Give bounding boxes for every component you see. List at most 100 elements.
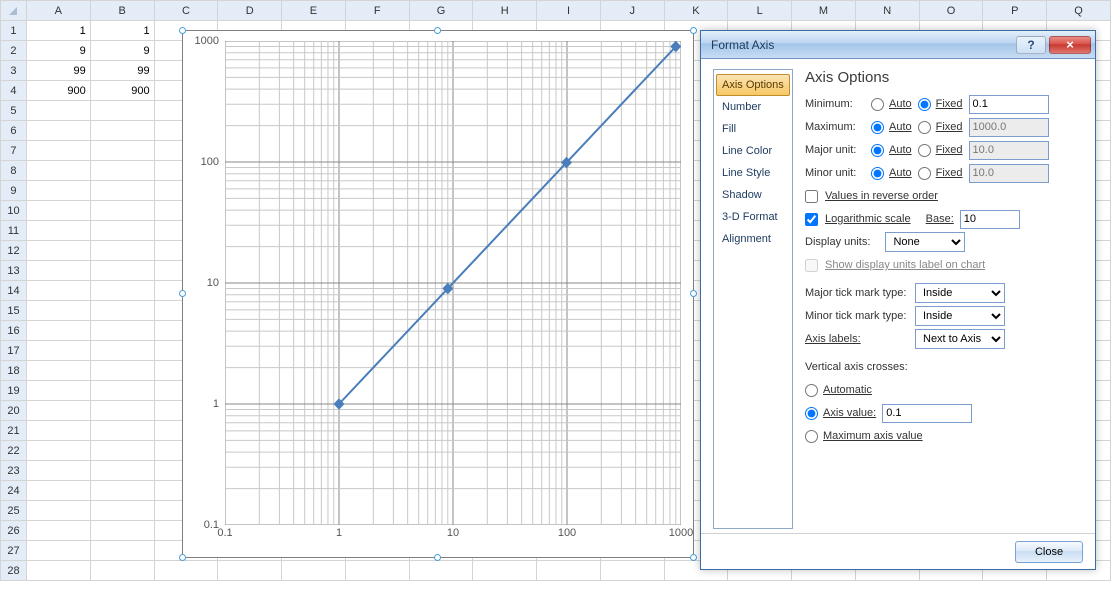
row-header[interactable]: 13 <box>1 261 27 281</box>
row-header[interactable]: 20 <box>1 401 27 421</box>
row-header[interactable]: 8 <box>1 161 27 181</box>
nav-item[interactable]: 3-D Format <box>716 206 790 228</box>
column-header[interactable]: O <box>919 1 983 21</box>
column-header[interactable]: E <box>282 1 346 21</box>
column-header[interactable]: J <box>600 1 664 21</box>
cell[interactable]: 1 <box>90 21 154 41</box>
cell[interactable] <box>90 141 154 161</box>
column-header[interactable]: I <box>537 1 601 21</box>
nav-item[interactable]: Axis Options <box>716 74 790 96</box>
row-header[interactable]: 27 <box>1 541 27 561</box>
log-scale-checkbox[interactable]: Logarithmic scale <box>805 213 911 226</box>
log-base-input[interactable] <box>960 210 1020 229</box>
column-header[interactable]: B <box>90 1 154 21</box>
cell[interactable] <box>26 181 90 201</box>
crosses-axis-value-radio[interactable]: Axis value: <box>805 407 876 420</box>
cell[interactable] <box>26 381 90 401</box>
cell[interactable] <box>26 101 90 121</box>
cell[interactable] <box>90 461 154 481</box>
row-header[interactable]: 3 <box>1 61 27 81</box>
cell[interactable]: 9 <box>90 41 154 61</box>
cell[interactable] <box>26 561 90 581</box>
cell[interactable] <box>26 401 90 421</box>
cell[interactable] <box>26 541 90 561</box>
cell[interactable] <box>218 561 282 581</box>
cell[interactable] <box>90 381 154 401</box>
major-tick-select[interactable]: Inside <box>915 283 1005 303</box>
cell[interactable] <box>26 141 90 161</box>
cell[interactable] <box>90 441 154 461</box>
nav-item[interactable]: Fill <box>716 118 790 140</box>
row-header[interactable]: 17 <box>1 341 27 361</box>
cell[interactable] <box>345 561 409 581</box>
cell[interactable] <box>26 521 90 541</box>
row-header[interactable]: 22 <box>1 441 27 461</box>
cell[interactable]: 900 <box>90 81 154 101</box>
cell[interactable] <box>90 281 154 301</box>
row-header[interactable]: 10 <box>1 201 27 221</box>
nav-item[interactable]: Line Style <box>716 162 790 184</box>
reverse-order-checkbox[interactable]: Values in reverse order <box>805 190 938 203</box>
close-window-button[interactable]: × <box>1049 36 1091 54</box>
cell[interactable] <box>90 401 154 421</box>
cell[interactable] <box>90 321 154 341</box>
cell[interactable] <box>90 241 154 261</box>
select-all-corner[interactable] <box>1 1 27 21</box>
cell[interactable] <box>90 481 154 501</box>
nav-item[interactable]: Shadow <box>716 184 790 206</box>
cell[interactable] <box>154 561 218 581</box>
help-button[interactable]: ? <box>1016 36 1046 54</box>
cell[interactable] <box>90 221 154 241</box>
nav-item[interactable]: Alignment <box>716 228 790 250</box>
close-button[interactable]: Close <box>1015 541 1083 563</box>
cell[interactable] <box>26 461 90 481</box>
cell[interactable] <box>26 441 90 461</box>
cell[interactable] <box>90 261 154 281</box>
row-header[interactable]: 11 <box>1 221 27 241</box>
display-units-select[interactable]: None <box>885 232 965 252</box>
row-header[interactable]: 4 <box>1 81 27 101</box>
column-header[interactable]: H <box>473 1 537 21</box>
row-header[interactable]: 25 <box>1 501 27 521</box>
cell[interactable] <box>26 301 90 321</box>
column-header[interactable]: G <box>409 1 473 21</box>
cell[interactable] <box>90 361 154 381</box>
embedded-chart[interactable]: 0.11101001000 0.11101001000 <box>182 30 694 558</box>
row-header[interactable]: 23 <box>1 461 27 481</box>
minimum-fixed-radio[interactable]: Fixed <box>918 98 963 111</box>
row-header[interactable]: 5 <box>1 101 27 121</box>
row-header[interactable]: 19 <box>1 381 27 401</box>
row-header[interactable]: 24 <box>1 481 27 501</box>
column-header[interactable]: Q <box>1047 1 1111 21</box>
cell[interactable]: 900 <box>26 81 90 101</box>
nav-item[interactable]: Line Color <box>716 140 790 162</box>
row-header[interactable]: 26 <box>1 521 27 541</box>
cell[interactable] <box>26 361 90 381</box>
cell[interactable] <box>26 221 90 241</box>
minor-fixed-radio[interactable]: Fixed <box>918 167 963 180</box>
column-header[interactable]: N <box>855 1 919 21</box>
cell[interactable]: 9 <box>26 41 90 61</box>
cell[interactable] <box>90 421 154 441</box>
crosses-automatic-radio[interactable]: Automatic <box>805 384 872 397</box>
row-header[interactable]: 2 <box>1 41 27 61</box>
column-header[interactable]: D <box>218 1 282 21</box>
cell[interactable] <box>90 541 154 561</box>
minor-tick-select[interactable]: Inside <box>915 306 1005 326</box>
cell[interactable] <box>26 161 90 181</box>
column-header[interactable]: K <box>664 1 728 21</box>
crosses-axis-value-input[interactable] <box>882 404 972 423</box>
row-header[interactable]: 28 <box>1 561 27 581</box>
cell[interactable] <box>90 101 154 121</box>
cell[interactable]: 99 <box>26 61 90 81</box>
major-auto-radio[interactable]: Auto <box>871 144 912 157</box>
cell[interactable] <box>26 341 90 361</box>
axis-labels-select[interactable]: Next to Axis <box>915 329 1005 349</box>
chart-plot-area[interactable] <box>225 41 681 525</box>
dialog-titlebar[interactable]: Format Axis ? × <box>701 31 1095 59</box>
row-header[interactable]: 21 <box>1 421 27 441</box>
cell[interactable] <box>26 481 90 501</box>
major-fixed-radio[interactable]: Fixed <box>918 144 963 157</box>
minor-unit-input[interactable] <box>969 164 1049 183</box>
crosses-max-radio[interactable]: Maximum axis value <box>805 430 923 443</box>
